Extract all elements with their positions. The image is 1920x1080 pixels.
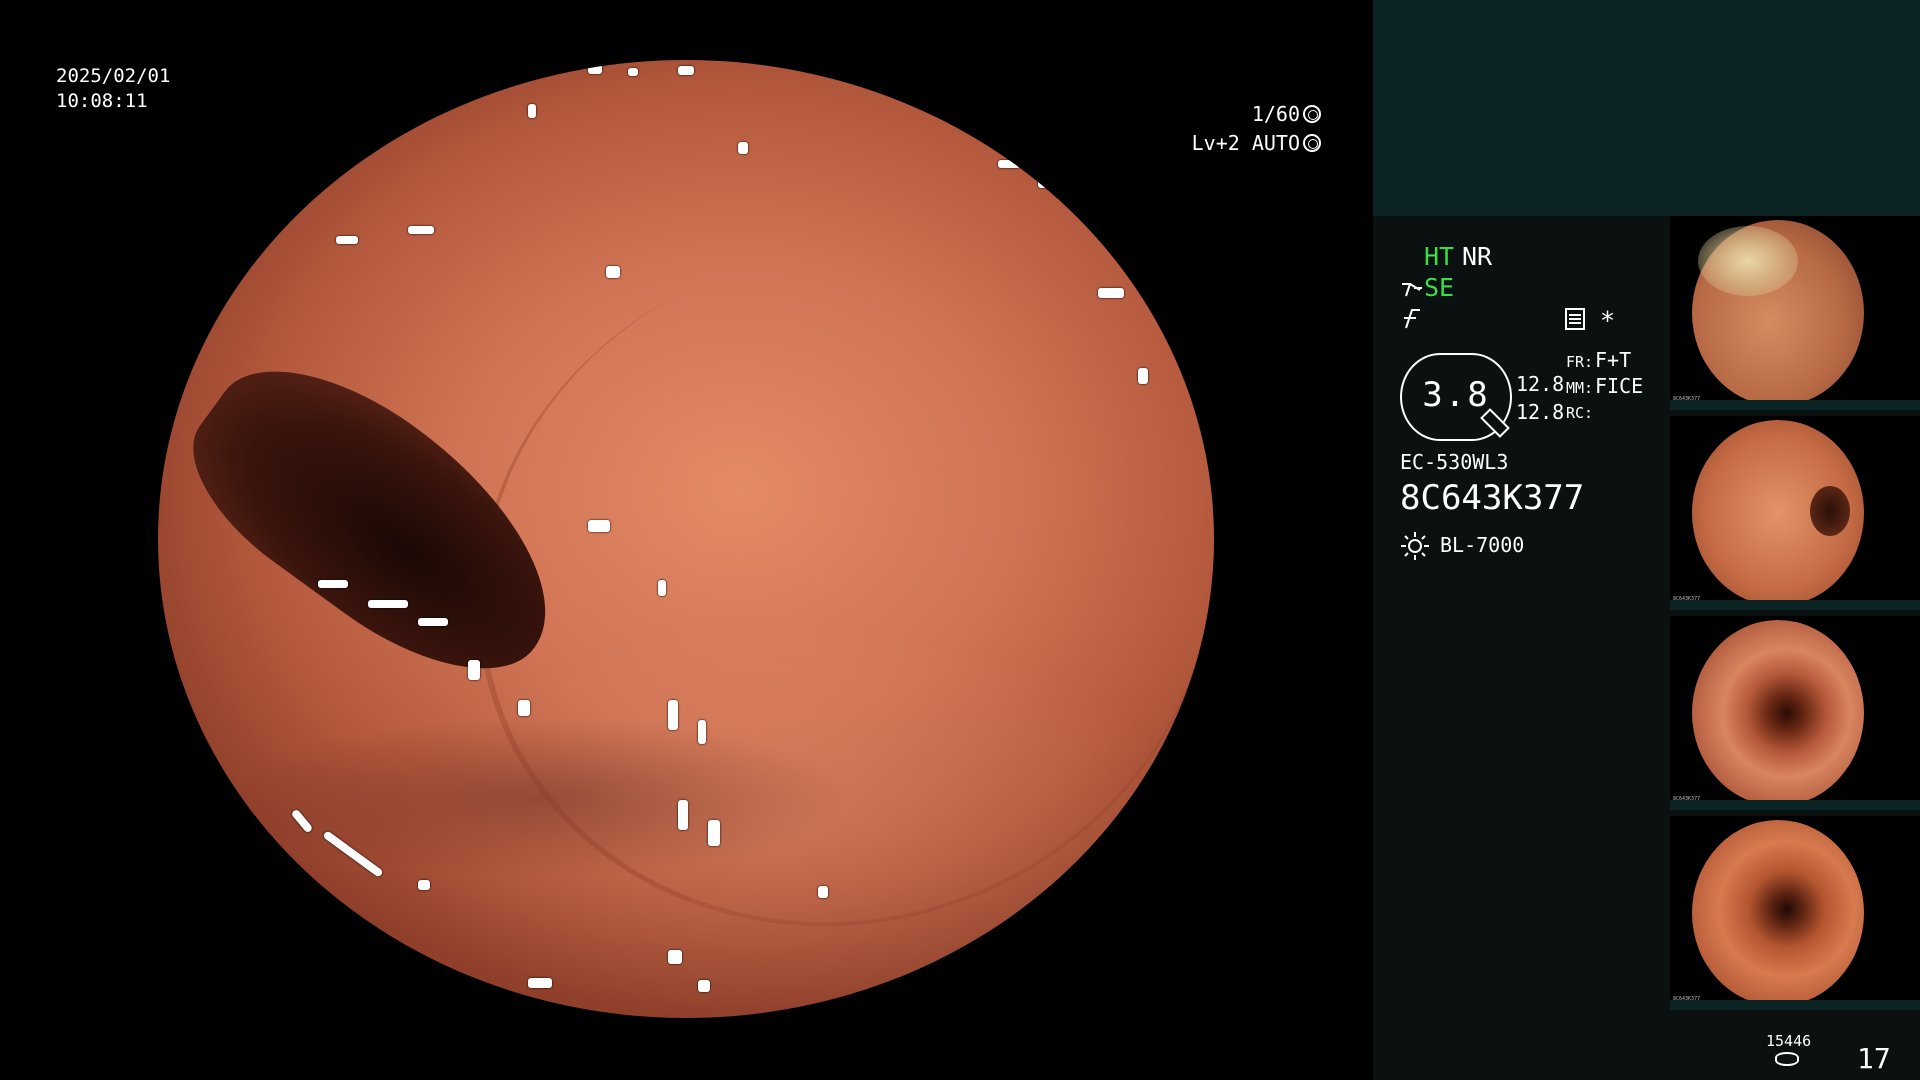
filter-icon [1404,309,1420,329]
nr-indicator: NR [1462,242,1493,271]
specular-highlight [528,978,552,988]
thumbnail-1[interactable]: 8C643K377 [1670,216,1920,410]
thumbnail-debris [1698,226,1798,296]
thumbnail-4[interactable]: 8C643K377 [1670,816,1920,1010]
endoscopic-image [158,60,1214,1018]
specular-highlight [518,700,530,716]
iris-text: Lv+2 AUTO [1191,131,1300,155]
specular-highlight [678,800,688,830]
exposure-info: 1/60 Lv+2 AUTO [1192,100,1321,158]
specular-highlight [708,820,720,846]
scope-model: EC-530WL3 [1400,450,1509,474]
settings-list-icon [1565,308,1585,330]
specular-highlight [318,580,348,588]
specular-highlight [368,600,408,608]
specular-highlight [1098,288,1124,298]
star-indicator: * [1600,306,1616,335]
page-number: 17 [1857,1042,1891,1075]
thumbnail-serial: 8C643K377 [1673,396,1701,402]
image-count: 15446 [1766,1032,1812,1050]
fr-value: F+T [1595,348,1632,372]
scope-serial: 8C643K377 [1400,478,1585,518]
iris-row: Lv+2 AUTO [1192,129,1321,158]
value-b: 12.8 [1516,400,1565,424]
thumbnail-3[interactable]: 8C643K377 [1670,616,1920,810]
specular-highlight [1038,180,1052,188]
enhancement-icon [1402,283,1422,297]
endoscope-live-view: 2025/02/01 10:08:11 1/60 Lv+2 AUTO [0,0,1373,1080]
thumbnail-serial: 8C643K377 [1673,796,1701,802]
rc-label: RC: [1566,404,1594,422]
specular-highlight [606,266,620,278]
specular-highlight [818,886,828,898]
value-a: 12.8 [1516,372,1565,396]
se-indicator: SE [1424,273,1455,302]
thumbnail-serial: 8C643K377 [1673,596,1701,602]
specular-highlight [528,104,536,118]
fr-label: FR: [1566,353,1594,371]
specular-highlight [1138,368,1148,384]
shutter-row: 1/60 [1192,100,1321,129]
specular-highlight [628,68,638,76]
date-time-stamp: 2025/02/01 10:08:11 [56,64,170,114]
specular-highlight [998,160,1020,168]
thumbnail-lumen [1810,486,1850,536]
light-source-model: BL-7000 [1440,533,1525,557]
specular-highlight [668,950,682,964]
specular-highlight [698,720,706,744]
specular-highlight [678,66,694,75]
specular-highlight [408,226,434,234]
time-text: 10:08:11 [56,90,148,112]
panel-header-area [1373,0,1920,216]
ht-indicator: HT [1424,242,1455,271]
mm-label: MM: [1566,379,1594,397]
shutter-text: 1/60 [1251,102,1300,126]
thumbnail-image [1692,620,1864,800]
specular-highlight [588,64,602,74]
specular-highlight [588,520,610,532]
specular-highlight [290,808,314,834]
specular-highlight [336,236,358,244]
specular-highlight [418,880,430,890]
thumbnail-image [1692,820,1864,1000]
thumbnail-serial: 8C643K377 [1673,996,1701,1002]
zoom-value: 3.8 [1422,375,1490,415]
specular-highlight [468,660,480,680]
date-text: 2025/02/01 [56,65,171,87]
storage-disk-icon [1775,1052,1799,1066]
specular-highlight [668,700,678,730]
thumbnail-2[interactable]: 8C643K377 [1670,416,1920,610]
iris-icon [1303,134,1321,152]
captured-thumbnails: 8C643K377 8C643K377 8C643K377 8C643K377 [1670,216,1920,1016]
zoom-indicator: 3.8 [1400,353,1512,441]
specular-highlight [322,830,384,878]
mm-value: FICE [1595,374,1644,398]
specular-highlight [698,980,710,992]
specular-highlight [418,618,448,626]
specular-highlight [738,142,748,154]
light-source-icon [1401,532,1429,560]
shutter-icon [1303,105,1321,123]
specular-highlight [658,580,666,596]
